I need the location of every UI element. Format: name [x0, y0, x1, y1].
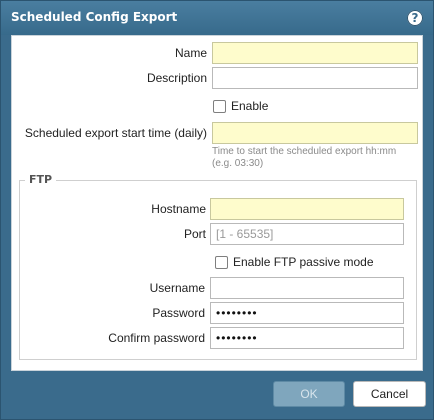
username-label: Username: [149, 281, 205, 295]
start-time-input[interactable]: [212, 122, 418, 144]
confirm-password-label: Confirm password: [108, 331, 205, 345]
start-time-label: Scheduled export start time (daily): [24, 126, 207, 140]
description-input[interactable]: [212, 67, 418, 89]
enable-label: Enable: [231, 99, 269, 113]
port-placeholder: [1 - 65535]: [216, 227, 274, 241]
ok-button[interactable]: OK: [273, 381, 345, 407]
hostname-label: Hostname: [151, 202, 206, 216]
ftp-legend: FTP: [25, 173, 57, 186]
confirm-password-input[interactable]: ••••••••: [210, 327, 404, 349]
description-label: Description: [146, 71, 207, 85]
password-label: Password: [152, 306, 205, 320]
hostname-input[interactable]: [210, 198, 404, 220]
port-label: Port: [183, 227, 206, 241]
ftp-passive-checkbox[interactable]: [215, 256, 228, 269]
ftp-passive-label: Enable FTP passive mode: [233, 255, 374, 269]
dialog-title: Scheduled Config Export: [11, 10, 178, 24]
name-input[interactable]: [212, 42, 418, 64]
help-icon[interactable]: ?: [407, 10, 423, 26]
start-time-hint: Time to start the scheduled export hh:mm…: [212, 146, 397, 169]
port-input[interactable]: [1 - 65535]: [210, 223, 404, 245]
name-label: Name: [174, 46, 207, 60]
dialog-titlebar: Scheduled Config Export ?: [1, 1, 433, 35]
dialog-content: Name Description Enable Scheduled export…: [11, 35, 423, 371]
username-input[interactable]: [210, 277, 404, 299]
enable-checkbox[interactable]: [213, 100, 226, 113]
cancel-button[interactable]: Cancel: [353, 381, 426, 407]
password-input[interactable]: ••••••••: [210, 302, 404, 324]
scheduled-config-export-dialog: Scheduled Config Export ? Name Descripti…: [0, 0, 434, 420]
